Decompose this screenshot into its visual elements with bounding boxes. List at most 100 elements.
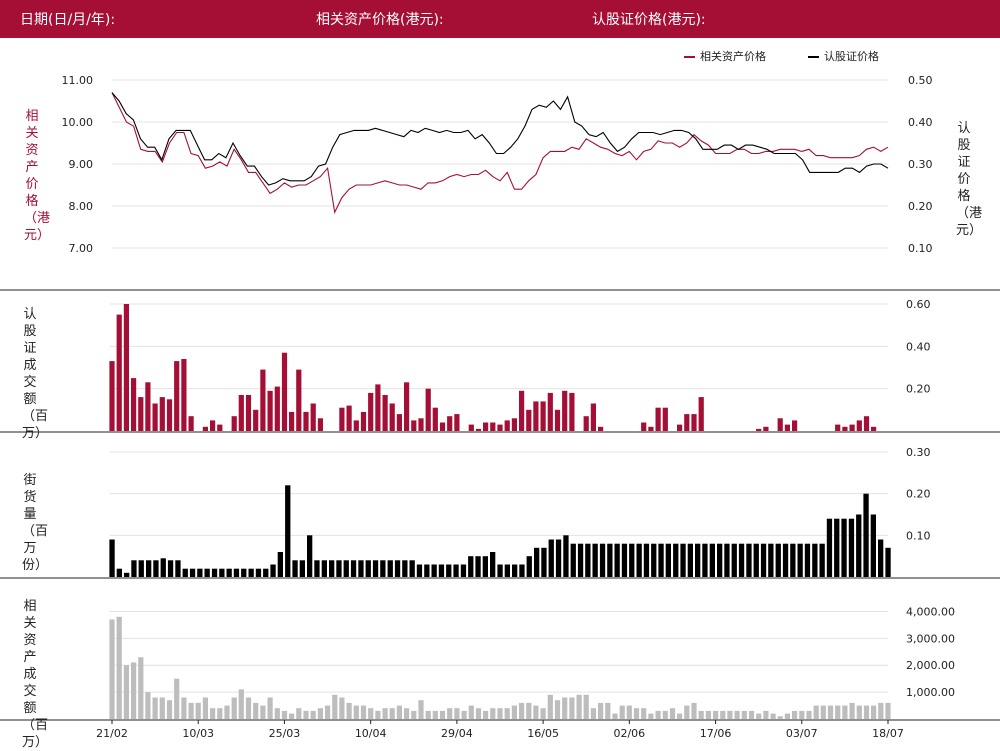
- asset-volume-bar: [353, 705, 359, 719]
- asset-volume-bar: [253, 702, 259, 719]
- warrant-volume-bar: [116, 314, 122, 431]
- asset-volume-bar: [339, 697, 345, 719]
- asset-volume-bar: [389, 708, 395, 719]
- asset-volume-bar: [540, 708, 546, 719]
- warrant-volume-bar: [677, 424, 683, 431]
- outstanding-bar: [504, 564, 510, 577]
- outstanding-bar: [848, 518, 855, 577]
- asset-volume-bar: [116, 616, 122, 719]
- outstanding-bar: [782, 543, 789, 577]
- asset-volume-bar: [713, 710, 719, 719]
- x-tick-label: 10/03: [182, 727, 214, 740]
- asset-volume-bar: [310, 710, 316, 719]
- warrant-volume-bar: [590, 403, 596, 431]
- asset-volume-bar: [475, 708, 482, 719]
- price-left-tick: 7.00: [69, 242, 94, 255]
- outstanding-bar: [233, 568, 240, 577]
- outstanding-tick: 0.20: [906, 488, 931, 501]
- asset-volume-bar: [145, 692, 151, 719]
- outstanding-bar: [753, 543, 759, 577]
- outstanding-bar: [731, 543, 737, 577]
- asset-volume-bar: [439, 710, 446, 719]
- asset-volume-bar: [224, 705, 230, 719]
- asset-volume-bar: [605, 702, 611, 719]
- outstanding-bar: [241, 568, 247, 577]
- asset-volume-bar: [260, 705, 266, 719]
- outstanding-tick: 0.30: [906, 446, 931, 459]
- asset-volume-bar: [123, 665, 129, 719]
- asset-volume-bar: [727, 710, 733, 719]
- asset-volume-bar: [648, 713, 654, 719]
- warrant-volume-bar: [547, 392, 553, 431]
- asset-volume-bar: [554, 700, 561, 719]
- outstanding-bar: [307, 535, 313, 577]
- asset-volume-bar: [806, 710, 812, 719]
- outstanding-bar: [658, 543, 664, 577]
- asset-volume-bar: [511, 705, 517, 719]
- outstanding-bar: [526, 556, 532, 577]
- warrant-volume-bar: [871, 426, 877, 431]
- asset-volume-tick: 2,000.00: [906, 659, 955, 672]
- outstanding-bar: [687, 543, 693, 577]
- warrant-volume-bar: [152, 403, 158, 431]
- outstanding-bar: [702, 543, 708, 577]
- asset-volume-bar: [612, 713, 618, 719]
- outstanding-bar: [621, 543, 628, 577]
- asset-volume-tick: 4,000.00: [906, 605, 955, 618]
- warrant-volume-bar: [432, 407, 438, 431]
- warrant-volume-bar: [662, 407, 668, 431]
- warrant-volume-bar: [856, 420, 862, 431]
- warrant-volume-bar: [655, 407, 661, 431]
- outstanding-bar: [285, 485, 291, 577]
- header-bar: 日期(日/月/年): 相关资产价格(港元): 认股证价格(港元):: [0, 0, 1000, 38]
- x-tick-label: 03/07: [786, 727, 818, 740]
- warrant-volume-bar: [202, 426, 208, 431]
- asset-volume-bar: [835, 705, 841, 719]
- asset-volume-bar: [792, 710, 798, 719]
- warrant-volume-bar: [497, 424, 503, 431]
- x-tick-label: 16/05: [527, 727, 559, 740]
- asset-volume-bar: [619, 705, 625, 719]
- warrant-volume-bar: [181, 359, 187, 431]
- warrant-volume-bar: [253, 409, 259, 431]
- outstanding-bar: [167, 560, 174, 577]
- outstanding-bar: [709, 543, 715, 577]
- asset-volume-bar: [863, 705, 870, 719]
- outstanding-bar: [116, 568, 122, 577]
- outstanding-bar: [570, 543, 576, 577]
- price-right-tick: 0.20: [908, 200, 933, 213]
- asset-volume-bar: [820, 705, 826, 719]
- outstanding-bar: [585, 543, 591, 577]
- asset-volume-bar: [490, 708, 496, 719]
- warrant-volume-bar: [389, 403, 395, 431]
- asset-volume-tick: 3,000.00: [906, 632, 955, 645]
- outstanding-bar: [636, 543, 642, 577]
- outstanding-bar: [226, 568, 232, 577]
- warrant-volume-bar: [648, 426, 654, 431]
- asset-volume-bar: [188, 702, 194, 719]
- outstanding-bar: [358, 560, 364, 577]
- outstanding-bar: [336, 560, 342, 577]
- asset-volume-bar: [289, 713, 295, 719]
- warrant-volume-bar: [138, 397, 144, 431]
- warrant-volume-bar: [418, 418, 424, 431]
- warrant-volume-bar: [159, 397, 165, 431]
- warrant-volume-bar: [109, 361, 115, 431]
- outstanding-bar: [387, 560, 393, 577]
- outstanding-bar: [717, 543, 723, 577]
- outstanding-bar: [416, 564, 423, 577]
- outstanding-bar: [189, 568, 196, 577]
- outstanding-bar: [402, 560, 408, 577]
- warrant-volume-bar: [174, 361, 180, 431]
- warrant-volume-bar: [490, 422, 496, 431]
- asset-volume-bar: [447, 708, 453, 719]
- outstanding-bar: [299, 560, 305, 577]
- warrant-volume-bar: [511, 418, 517, 431]
- outstanding-bar: [343, 560, 349, 577]
- warrant-volume-bar: [360, 411, 367, 431]
- warrant-volume-bar: [763, 426, 769, 431]
- asset-price-label: 相关资产价格(港元):: [316, 12, 444, 28]
- outstanding-bar: [614, 543, 620, 577]
- price-right-tick: 0.10: [908, 242, 933, 255]
- warrant-volume-bar: [217, 424, 223, 431]
